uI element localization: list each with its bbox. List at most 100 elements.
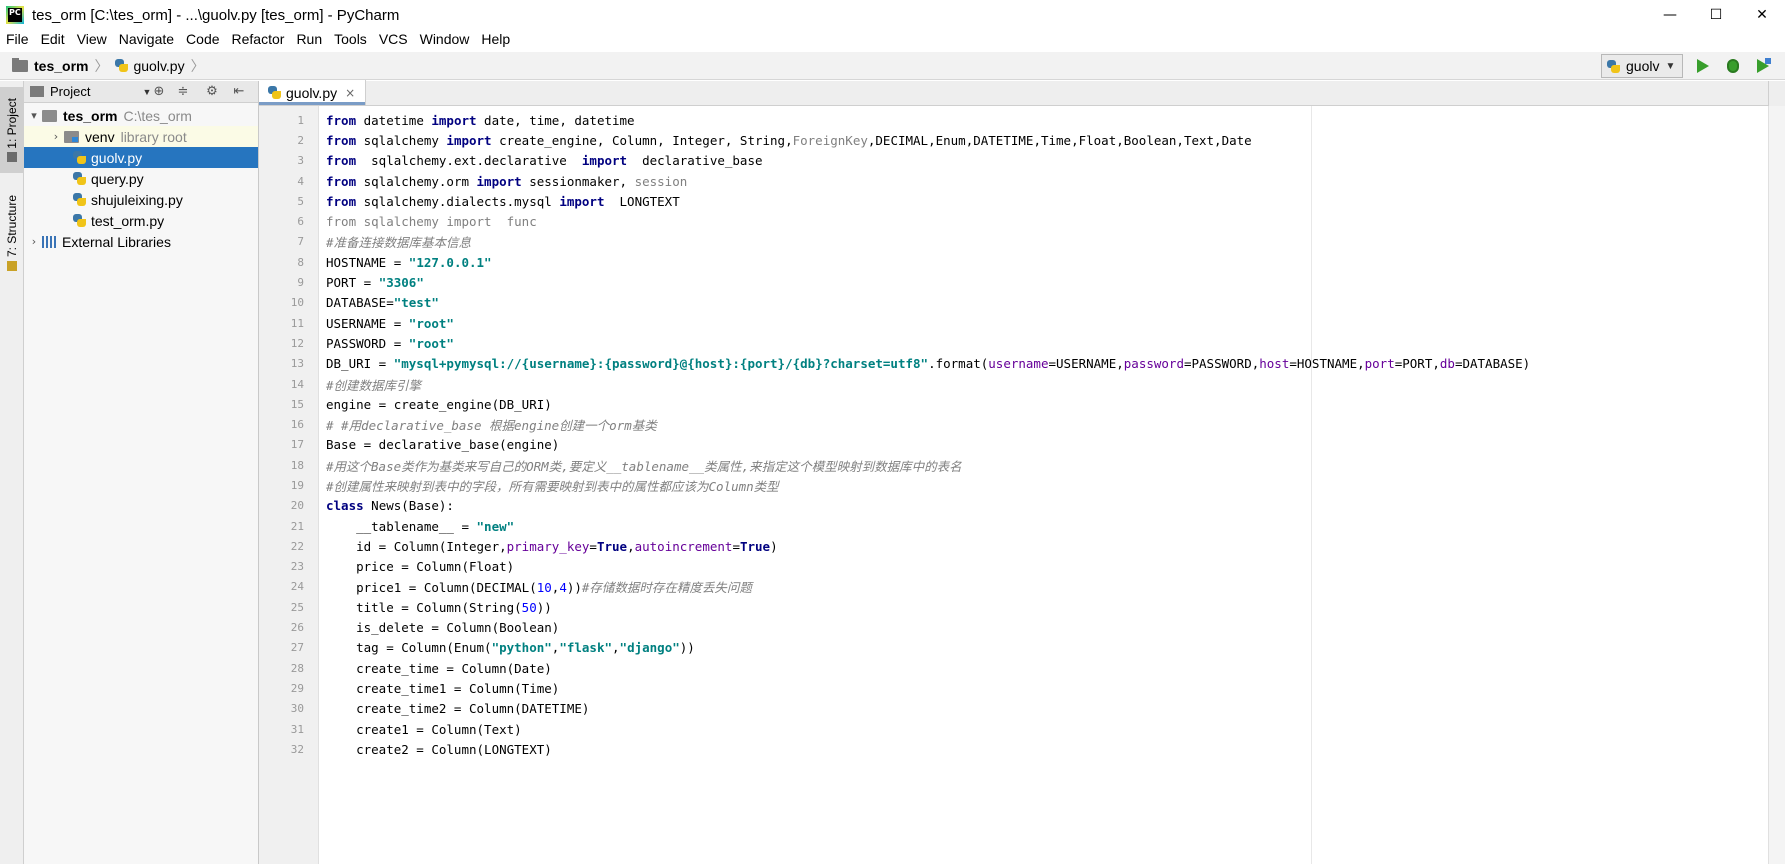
maximize-button[interactable]: ☐ xyxy=(1693,0,1739,30)
project-panel-title[interactable]: Project xyxy=(50,84,90,99)
chevron-right-icon[interactable]: › xyxy=(48,130,64,143)
menu-window[interactable]: Window xyxy=(414,31,476,47)
code-line[interactable]: 26 is_delete = Column(Boolean) xyxy=(259,617,1459,637)
code-token: import xyxy=(476,173,522,189)
code-line[interactable]: 8 HOSTNAME = "127.0.0.1" xyxy=(259,252,1459,272)
code-line[interactable]: 20 class News(Base): xyxy=(259,496,1459,516)
menu-file[interactable]: File xyxy=(0,31,35,47)
code-line[interactable]: 22 id = Column(Integer,primary_key=True,… xyxy=(259,536,1459,556)
tree-item-file[interactable]: test_orm.py xyxy=(24,210,258,231)
collapse-all-icon[interactable]: ≑ xyxy=(176,85,190,99)
debug-bug-icon[interactable] xyxy=(1723,56,1743,76)
code-line[interactable]: 3 from sqlalchemy.ext.declarative import … xyxy=(259,151,1459,171)
menu-run[interactable]: Run xyxy=(290,31,328,47)
python-file-icon xyxy=(114,58,129,73)
tree-item-file[interactable]: shujuleixing.py xyxy=(24,189,258,210)
code-token: LONGTEXT xyxy=(604,193,680,209)
code-line[interactable]: 9 PORT = "3306" xyxy=(259,272,1459,292)
tab-project-tool-window[interactable]: 1: Project xyxy=(0,87,23,173)
code-token: , xyxy=(612,640,620,656)
code-line[interactable]: 32 create2 = Column(LONGTEXT) xyxy=(259,739,1459,759)
line-number: 5 xyxy=(297,194,304,208)
tree-item-external-libraries[interactable]: › External Libraries xyxy=(24,231,258,252)
code-line[interactable]: 27 tag = Column(Enum("python","flask","d… xyxy=(259,638,1459,658)
menu-view[interactable]: View xyxy=(71,31,113,47)
menu-refactor[interactable]: Refactor xyxy=(226,31,291,47)
code-line[interactable]: 7 #准备连接数据库基本信息 xyxy=(259,232,1459,252)
code-line[interactable]: 28 create_time = Column(Date) xyxy=(259,658,1459,678)
menu-tools[interactable]: Tools xyxy=(328,31,373,47)
menu-navigate[interactable]: Navigate xyxy=(113,31,180,47)
window-controls: — ☐ ✕ xyxy=(1647,0,1785,30)
code-line[interactable]: 19 #创建属性来映射到表中的字段，所有需要映射到表中的属性都应该为Column类… xyxy=(259,475,1459,495)
editor-tab-label: guolv.py xyxy=(286,84,338,101)
code-line[interactable]: 16 # #用declarative_base 根据engine创建一个orm基类 xyxy=(259,414,1459,434)
file-label: query.py xyxy=(91,170,144,187)
code-line[interactable]: 17 Base = declarative_base(engine) xyxy=(259,435,1459,455)
chevron-down-icon[interactable]: ▾ xyxy=(26,109,42,122)
menu-vcs[interactable]: VCS xyxy=(373,31,414,47)
code-token: #存储数据时存在精度丢失问题 xyxy=(581,580,752,596)
code-token: "mysql+pymysql://{username}:{password}@{… xyxy=(393,356,929,372)
tree-item-file[interactable]: query.py xyxy=(24,168,258,189)
code-line[interactable]: 14 #创建数据库引擎 xyxy=(259,374,1459,394)
breadcrumb-separator-icon: 〉 xyxy=(190,57,205,74)
code-line[interactable]: 24 price1 = Column(DECIMAL(10,4))#存储数据时存… xyxy=(259,577,1459,597)
tree-item-venv[interactable]: › venv library root xyxy=(24,126,258,147)
tab-structure-tool-window[interactable]: 7: Structure xyxy=(0,185,23,281)
breadcrumb-file[interactable]: guolv.py xyxy=(114,58,185,74)
code-line[interactable]: 30 create_time2 = Column(DATETIME) xyxy=(259,699,1459,719)
code-line[interactable]: 21 __tablename__ = "new" xyxy=(259,516,1459,536)
code-line[interactable]: 6 from sqlalchemy import func xyxy=(259,211,1459,231)
tree-item-file[interactable]: guolv.py xyxy=(24,147,258,168)
hide-panel-icon[interactable]: ⇤ xyxy=(232,85,246,99)
chevron-right-icon[interactable]: › xyxy=(26,235,42,248)
code-line[interactable]: 13 DB_URI = "mysql+pymysql://{username}:{… xyxy=(259,354,1530,374)
code-line[interactable]: 25 title = Column(String(50)) xyxy=(259,597,1459,617)
menu-code[interactable]: Code xyxy=(180,31,225,47)
code-line[interactable]: 2 from sqlalchemy import create_engine, C… xyxy=(259,130,1459,150)
run-icon[interactable] xyxy=(1693,56,1713,76)
run-configuration-dropdown[interactable]: guolv ▼ xyxy=(1601,54,1683,78)
code-line[interactable]: 10 DATABASE="test" xyxy=(259,293,1459,313)
gear-icon[interactable]: ⚙ xyxy=(205,85,219,99)
code-line[interactable]: 12 PASSWORD = "root" xyxy=(259,333,1459,353)
code-token: PORT = xyxy=(326,275,379,291)
tree-item-project-root[interactable]: ▾ tes_orm C:\tes_orm xyxy=(24,105,258,126)
tab-bar-scroll-area xyxy=(1768,81,1785,106)
close-tab-icon[interactable]: × xyxy=(345,86,355,100)
run-with-coverage-icon[interactable] xyxy=(1753,56,1773,76)
code-line[interactable]: 31 create1 = Column(Text) xyxy=(259,719,1459,739)
code-token: sqlalchemy.orm xyxy=(356,173,477,189)
breadcrumb-project[interactable]: tes_orm xyxy=(0,57,88,74)
code-line[interactable]: 11 USERNAME = "root" xyxy=(259,313,1459,333)
code-line[interactable]: 29 create_time1 = Column(Time) xyxy=(259,678,1459,698)
code-line[interactable]: 15 engine = create_engine(DB_URI) xyxy=(259,394,1459,414)
line-number: 23 xyxy=(290,560,304,574)
code-token: News(Base): xyxy=(363,498,454,514)
line-number: 15 xyxy=(290,397,304,411)
venv-library-root-note: library root xyxy=(120,128,187,145)
code-token: from xyxy=(326,132,357,148)
code-token: tag = Column(Enum( xyxy=(326,640,492,656)
close-button[interactable]: ✕ xyxy=(1739,0,1785,30)
menu-edit[interactable]: Edit xyxy=(35,31,71,47)
code-token: date, time, datetime xyxy=(476,112,635,128)
code-token: #创建数据库引擎 xyxy=(326,377,422,393)
code-line[interactable]: 1 from datetime import date, time, dateti… xyxy=(259,110,1459,130)
tab-guolv-py[interactable]: guolv.py × xyxy=(259,80,367,105)
minimize-button[interactable]: — xyxy=(1647,0,1693,30)
chevron-down-icon[interactable]: ▼ xyxy=(142,87,151,97)
line-number: 1 xyxy=(297,113,304,127)
code-line[interactable]: 5 from sqlalchemy.dialects.mysql import L… xyxy=(259,191,1459,211)
code-line[interactable]: 18 #用这个Base类作为基类来写自己的ORM类,要定义__tablename_… xyxy=(259,455,1459,475)
file-label: test_orm.py xyxy=(91,212,165,229)
menu-help[interactable]: Help xyxy=(475,31,516,47)
code-line[interactable]: 4 from sqlalchemy.orm import sessionmaker… xyxy=(259,171,1459,191)
vertical-scrollbar[interactable] xyxy=(1768,106,1785,864)
crosshair-locate-icon[interactable]: ⊕ xyxy=(152,85,166,99)
code-text: class News(Base): xyxy=(326,498,454,513)
code-line[interactable]: 23 price = Column(Float) xyxy=(259,557,1459,577)
code-area[interactable]: 1 from datetime import date, time, dateti… xyxy=(259,106,1768,864)
code-token: create_engine, Column, Integer, String, xyxy=(491,132,793,148)
